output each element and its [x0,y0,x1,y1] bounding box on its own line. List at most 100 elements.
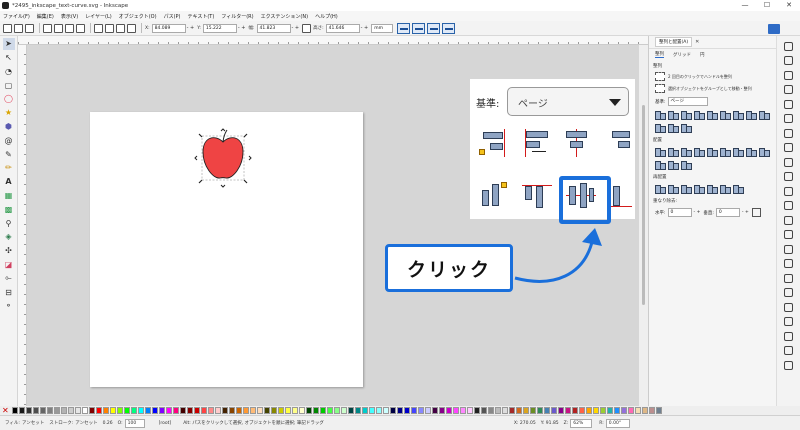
color-swatch[interactable] [250,407,256,414]
color-swatch[interactable] [327,407,333,414]
new-document-icon[interactable] [784,41,793,51]
color-swatch[interactable] [103,407,109,414]
color-swatch[interactable] [341,407,347,414]
select-all-icon[interactable] [3,23,12,33]
color-swatch[interactable] [292,407,298,414]
menu-object[interactable]: オブジェクト(O) [119,13,157,20]
clone-icon[interactable] [784,259,793,268]
undo-icon[interactable] [784,128,793,138]
color-swatch[interactable] [551,407,557,414]
color-swatch[interactable] [131,407,137,414]
text-font-icon[interactable] [784,331,793,341]
raise-icon[interactable] [116,23,125,33]
color-swatch[interactable] [264,407,270,414]
cut-icon[interactable] [784,172,793,181]
menu-edit[interactable]: 編集(E) [37,13,54,20]
color-swatch[interactable] [278,407,284,414]
import-icon[interactable] [784,99,793,109]
color-swatch[interactable] [404,407,410,414]
raise-top-icon[interactable] [127,23,136,33]
ellipse-icon[interactable]: ◯ [3,93,15,105]
color-swatch[interactable] [628,407,634,414]
overlap-v-field[interactable]: 0 [715,208,740,217]
menu-file[interactable]: ファイル(F) [3,13,30,20]
distribute-center-v-icon[interactable] [745,146,757,157]
color-swatch[interactable] [467,407,473,414]
no-paint-icon[interactable]: ✕ [2,406,12,415]
opacity-field[interactable]: 100 [124,418,145,428]
color-swatch[interactable] [243,407,249,414]
align-right-edge-icon[interactable] [654,109,666,120]
color-swatch[interactable] [572,407,578,414]
color-swatch[interactable] [33,407,39,414]
color-swatch[interactable] [117,407,123,414]
fill-stroke-icon[interactable] [784,317,793,326]
color-swatch[interactable] [376,407,382,414]
y-field[interactable]: 15.222 [202,23,237,33]
distribute-baseline-icon[interactable] [719,146,731,157]
color-swatch[interactable] [656,407,662,414]
color-swatch[interactable] [201,407,207,414]
color-swatch[interactable] [26,407,32,414]
color-swatch[interactable] [355,407,361,414]
pen-icon[interactable]: ✎ [3,148,15,160]
color-swatch[interactable] [173,407,179,414]
height-field[interactable]: 41.646 [325,23,360,33]
color-swatch[interactable] [12,407,18,414]
distribute-right-icon[interactable] [680,146,692,157]
color-swatch[interactable] [439,407,445,414]
mesh-icon[interactable]: ▩ [3,203,15,215]
color-swatch[interactable] [159,407,165,414]
overlap-h-field[interactable]: 0 [667,208,692,217]
layers-icon[interactable] [784,346,793,355]
color-swatch[interactable] [607,407,613,414]
align-bottom-edge-icon[interactable] [732,109,744,120]
minimize-button[interactable]: — [734,0,756,11]
pencil-icon[interactable]: ✏ [3,162,15,174]
center-horizontal-icon[interactable] [562,129,592,157]
spray-icon[interactable]: ✣ [3,245,15,257]
ungroup-icon[interactable] [784,302,793,312]
deselect-icon[interactable] [25,23,34,33]
color-swatch[interactable] [530,407,536,414]
rect-icon[interactable]: ▢ [3,79,15,91]
box3d-icon[interactable]: ⬢ [3,121,15,133]
exchange-z-icon[interactable] [680,183,692,194]
color-swatch[interactable] [89,407,95,414]
eraser-icon[interactable]: ◪ [3,259,15,271]
canvas[interactable]: 基準: ページ [27,45,639,406]
menu-layer[interactable]: レイヤー(L) [85,13,112,20]
color-swatch[interactable] [579,407,585,414]
group-icon[interactable] [784,288,793,297]
distribute-top-icon[interactable] [706,146,718,157]
select-all-layers-icon[interactable] [14,23,23,33]
color-swatch[interactable] [495,407,501,414]
color-swatch[interactable] [54,407,60,414]
color-swatch[interactable] [565,407,571,414]
color-swatch[interactable] [425,407,431,414]
exchange-clockwise-icon[interactable] [693,183,705,194]
color-swatch[interactable] [369,407,375,414]
width-field[interactable]: 41.823 [256,23,291,33]
export-icon[interactable] [784,114,793,123]
align-top-edge-icon[interactable] [667,122,679,133]
color-swatch[interactable] [222,407,228,414]
fill-value[interactable]: アンセット [22,420,44,426]
color-swatch[interactable] [523,407,529,414]
color-swatch[interactable] [460,407,466,414]
tab-align[interactable]: 整列 [655,51,664,58]
paste-icon[interactable] [784,186,793,196]
color-swatch[interactable] [229,407,235,414]
color-swatch[interactable] [194,407,200,414]
option-move-as-group[interactable]: 選択オブジェクトをグループとして移動・整列 [649,84,776,93]
color-swatch[interactable] [313,407,319,414]
option-move-handles[interactable]: 2 回目のクリックでハンドルを整列 [649,72,776,81]
color-swatch[interactable] [390,407,396,414]
color-swatch[interactable] [271,407,277,414]
menu-extensions[interactable]: エクステンション(N) [261,13,309,20]
zoom-page-icon[interactable] [784,230,793,239]
color-swatch[interactable] [600,407,606,414]
flip-horizontal-icon[interactable] [65,23,74,33]
text-icon[interactable]: A [3,176,15,188]
align-baseline-icon[interactable] [680,122,692,133]
